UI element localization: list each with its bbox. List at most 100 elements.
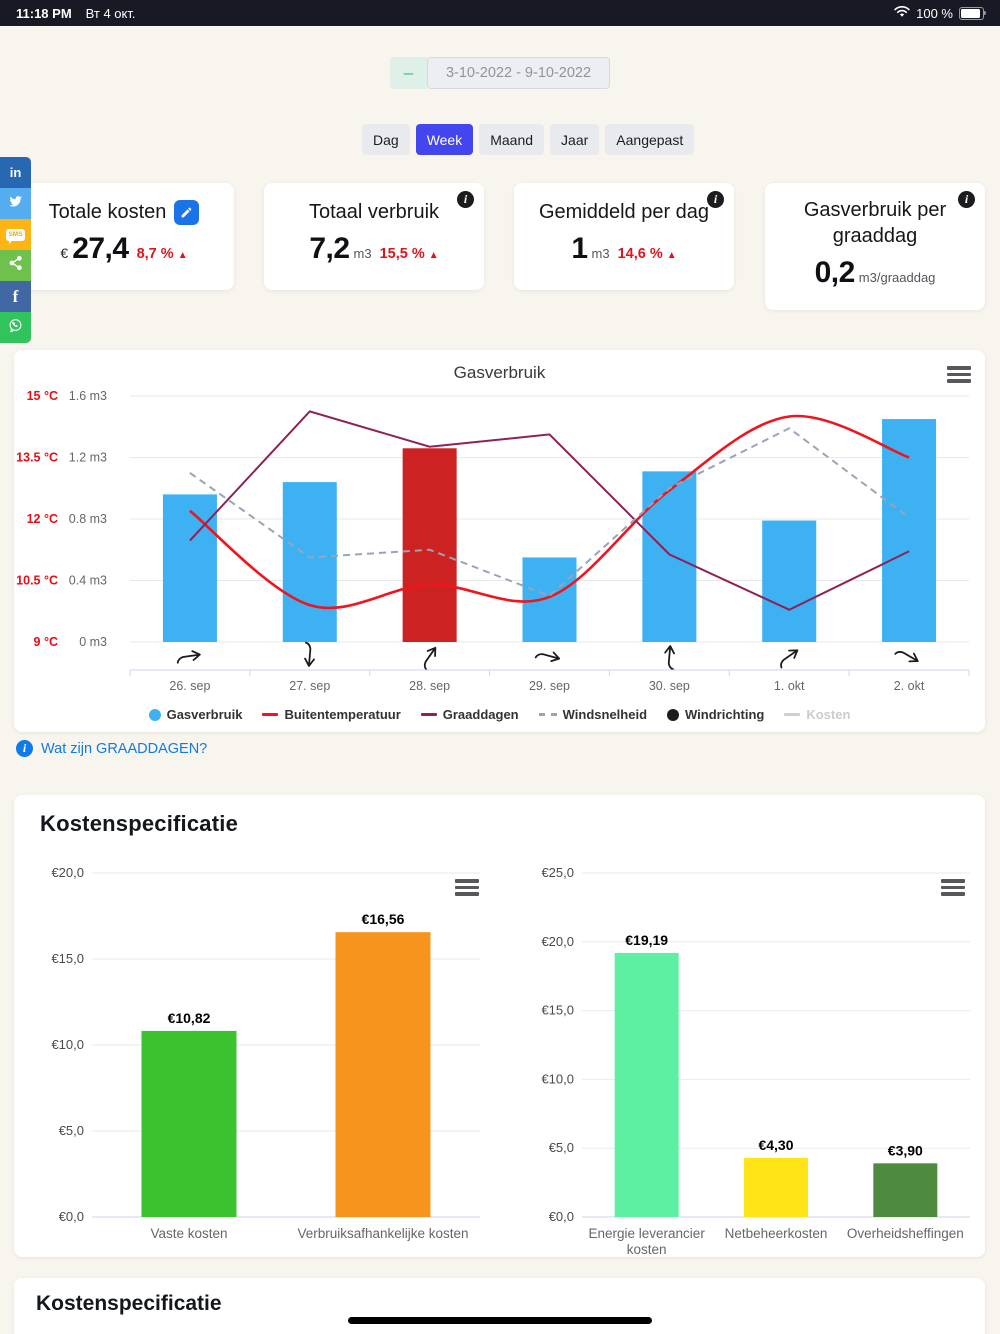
legend-item[interactable]: Gasverbruik [148,707,242,722]
legend-marker [667,708,680,721]
svg-text:26. sep: 26. sep [169,679,210,693]
status-date: Вт 4 окт. [85,5,136,21]
svg-text:27. sep: 27. sep [289,679,330,693]
card-value: 7,2 [309,232,350,265]
graaddagen-link[interactable]: i Wat zijn GRAADDAGEN? [16,740,207,757]
share-sidebar: in SMS f [0,157,31,343]
currency-prefix: € [60,245,69,261]
date-minus-button[interactable]: – [390,57,427,89]
info-icon[interactable]: i [457,191,474,208]
svg-text:2. okt: 2. okt [894,679,925,693]
svg-text:€16,56: €16,56 [362,911,405,927]
legend-marker [420,713,437,716]
cost-breakdown-chart: €20,0 €15,0 €10,0 €5,0 €0,0 €10,82 Vaste koste… [51,865,480,1241]
legend-marker [262,713,279,716]
wifi-icon [894,5,910,21]
sms-share-button[interactable]: SMS [0,219,31,250]
facebook-icon: f [12,286,19,306]
svg-text:€19,19: €19,19 [625,932,668,948]
graaddagen-link-label: Wat zijn GRAADDAGEN? [41,740,208,757]
app-root: 11:18 PM Вт 4 окт. 100 % – Dag Week Maan… [0,0,1000,1334]
svg-text:Vaste kosten: Vaste kosten [150,1226,227,1241]
svg-text:1.6 m3: 1.6 m3 [69,389,107,403]
svg-text:Overheidsheffingen: Overheidsheffingen [847,1226,964,1241]
card-gasverbruik-per-graaddag: i Gasverbruik per graaddag 0,2 m3/graadd… [765,183,985,310]
info-icon: i [16,740,33,757]
card-gemiddeld-per-dag: i Gemiddeld per dag 1 m3 14,6 % ▲ [514,183,734,290]
legend-item[interactable]: Buitentemperatuur [262,707,401,722]
tab-jaar[interactable]: Jaar [550,124,600,155]
sms-icon: SMS [6,228,25,244]
legend-item[interactable]: Kosten [784,707,850,722]
card-delta: 8,7 % ▲ [136,246,188,262]
svg-text:€25,0: €25,0 [541,865,574,880]
svg-text:€5,0: €5,0 [59,1123,84,1138]
bottom-section-heading: Kostenspecificatie [36,1292,222,1315]
battery-icon [959,6,986,20]
tab-aangepast[interactable]: Aangepast [605,124,695,155]
svg-text:Verbruiksafhankelijke kosten: Verbruiksafhankelijke kosten [297,1226,468,1241]
svg-text:13.5 °C: 13.5 °C [16,451,58,465]
info-icon[interactable]: i [707,191,724,208]
legend-item[interactable]: Windsnelheid [538,707,648,722]
card-delta: 14,6 % ▲ [617,246,677,262]
whatsapp-icon [7,317,24,339]
legend-label: Windsnelheid [562,707,648,722]
svg-text:1.2 m3: 1.2 m3 [69,451,107,465]
cost-components-chart: €25,0 €20,0 €15,0 €10,0 €5,0 €0,0 €19,19 Energi… [541,865,970,1257]
chart-menu-icon[interactable] [947,366,971,386]
gas-chart-title: Gasverbruik [453,363,546,382]
svg-text:10.5 °C: 10.5 °C [16,574,58,588]
svg-text:Netbeheerkosten: Netbeheerkosten [725,1226,828,1241]
bottom-cost-card: Kostenspecificatie [14,1278,985,1334]
delta-up-icon: ▲ [177,250,188,261]
twitter-share-button[interactable] [0,188,31,219]
date-range-input[interactable] [427,57,610,89]
share-nodes-icon [8,255,24,276]
status-bar: 11:18 PM Вт 4 окт. 100 % [0,0,1000,26]
svg-text:€10,0: €10,0 [541,1071,574,1086]
status-time: 11:18 PM [16,5,72,21]
facebook-share-button[interactable]: f [0,281,31,312]
info-icon[interactable]: i [958,191,975,208]
share-more-button[interactable] [0,250,31,281]
gas-chart-card: Gasverbruik 15 °C 1.6 m3 13.5 °C 1.2 m3 12 °… [14,350,985,732]
svg-text:€15,0: €15,0 [541,1003,574,1018]
tab-dag[interactable]: Dag [362,124,410,155]
edit-icon[interactable] [174,199,200,225]
svg-text:€3,90: €3,90 [888,1142,923,1158]
legend-item[interactable]: Graaddagen [420,707,519,722]
svg-text:€4,30: €4,30 [758,1137,793,1153]
card-unit: m3 [591,246,610,261]
card-delta: 15,5 % ▲ [379,246,439,262]
tab-week[interactable]: Week [415,124,474,155]
svg-text:30. sep: 30. sep [649,679,690,693]
svg-text:€10,0: €10,0 [51,1037,84,1052]
gas-chart-legend: Gasverbruik Buitentemperatuur Graaddagen Wi… [14,707,985,722]
cost-specification-card: Kostenspecificatie €20,0 €15,0 €10,0 €5,0 €0… [14,795,985,1257]
legend-label: Kosten [806,707,851,722]
svg-text:€20,0: €20,0 [541,934,574,949]
home-indicator[interactable] [348,1317,652,1324]
legend-label: Graaddagen [442,707,519,722]
linkedin-share-button[interactable]: in [0,157,31,188]
card-value: 1 [571,232,588,265]
svg-text:9 °C: 9 °C [34,635,58,649]
legend-item[interactable]: Windrichting [667,707,764,722]
card-title: Totale kosten [48,201,167,223]
svg-text:Energie leverancierkosten: Energie leverancier kosten [589,1226,706,1257]
linkedin-icon: in [9,165,22,180]
gas-chart-plot: 15 °C 1.6 m3 13.5 °C 1.2 m3 12 °C 0.8 m3 10.5 … [16,389,970,693]
card-title: Gasverbruik per graaddag [803,199,947,247]
card-value: 0,2 [814,256,856,289]
twitter-icon [7,193,24,215]
card-unit: m3/graaddag [858,270,936,285]
battery-percent: 100 % [916,5,953,21]
tab-maand[interactable]: Maand [479,124,545,155]
svg-text:€0,0: €0,0 [549,1209,574,1224]
cost-section-heading: Kostenspecificatie [40,811,239,836]
legend-label: Windrichting [685,707,765,722]
svg-text:12 °C: 12 °C [27,512,58,526]
whatsapp-share-button[interactable] [0,312,31,343]
delta-up-icon: ▲ [428,250,439,261]
